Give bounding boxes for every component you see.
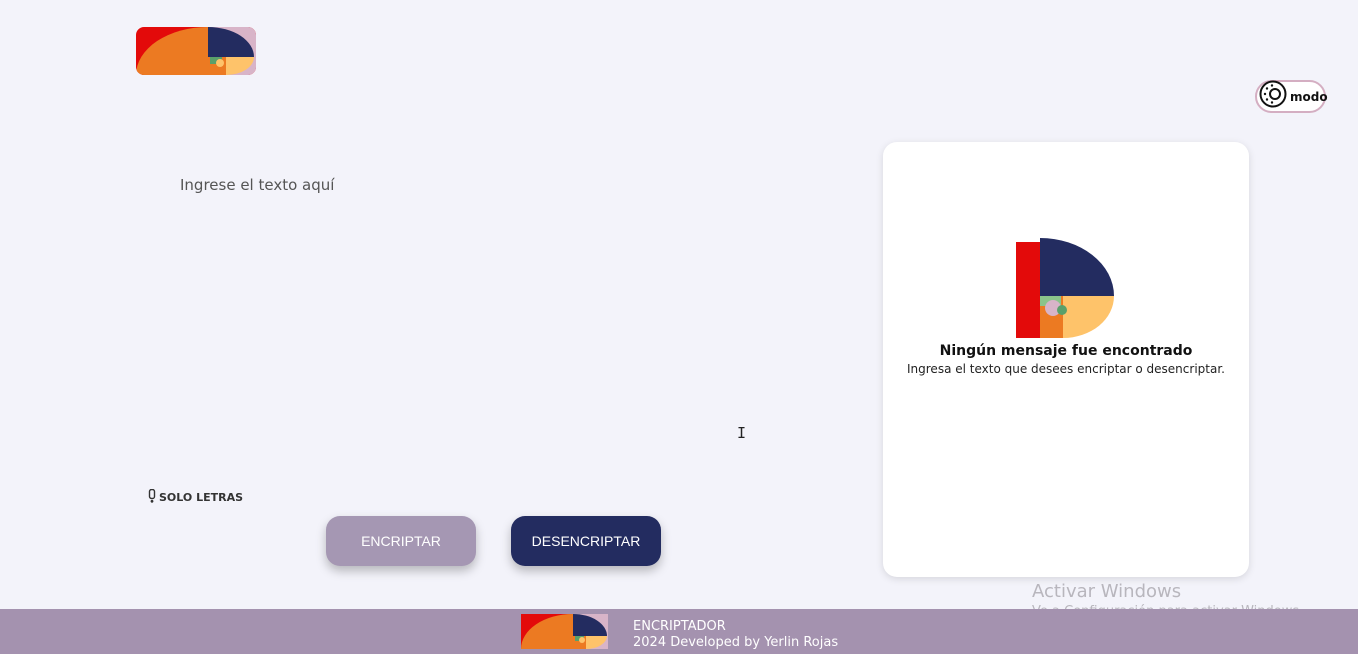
footer-app-name: ENCRIPTADOR	[633, 619, 726, 634]
letters-only-hint: SOLO LETRAS	[148, 488, 244, 506]
text-input[interactable]	[172, 168, 788, 474]
text-cursor-icon: I	[737, 424, 747, 442]
empty-state-title: Ningún mensaje fue encontrado	[939, 343, 1193, 359]
footer-logo	[521, 614, 608, 649]
mode-label: modo	[1290, 89, 1328, 104]
encrypt-button[interactable]: ENCRIPTAR	[326, 516, 476, 566]
empty-state-subtitle: Ingresa el texto que desees encriptar o …	[907, 362, 1225, 376]
golden-spiral-illustration	[1015, 238, 1115, 345]
hint-text: SOLO LETRAS	[159, 491, 244, 504]
footer-credit: 2024 Developed by Yerlin Rojas	[633, 635, 839, 650]
brand-logo[interactable]	[136, 27, 256, 75]
watermark-title: Activar Windows	[1032, 581, 1182, 602]
theme-mode-toggle[interactable]: modo	[1255, 80, 1328, 113]
footer: ENCRIPTADOR 2024 Developed by Yerlin Roj…	[0, 609, 1358, 654]
sun-icon	[1259, 80, 1287, 113]
output-panel: Ningún mensaje fue encontrado Ingresa el…	[883, 142, 1249, 577]
exclamation-icon	[148, 488, 156, 506]
decrypt-button[interactable]: DESENCRIPTAR	[511, 516, 661, 566]
